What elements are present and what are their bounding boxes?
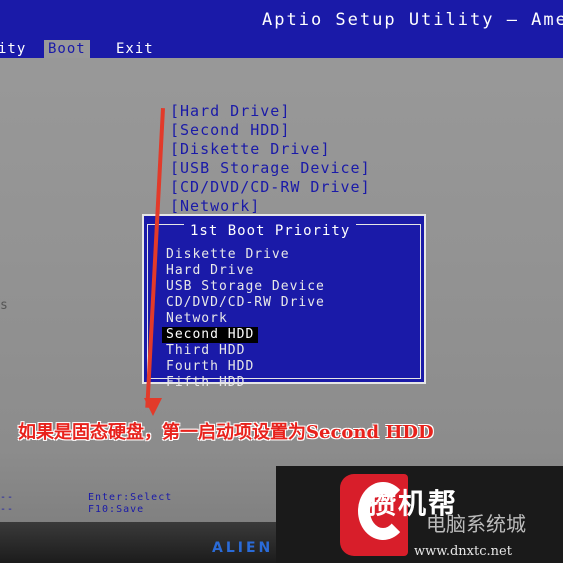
popup-option-diskette[interactable]: Diskette Drive xyxy=(162,247,329,263)
app-title: Aptio Setup Utility – Amer xyxy=(262,10,563,30)
arrow-down-icon xyxy=(144,398,162,416)
brand-logo: ALIEN xyxy=(212,540,274,556)
popup-option-cd-dvd[interactable]: CD/DVD/CD-RW Drive xyxy=(162,295,329,311)
watermark: 攒机帮 电脑系统城 www.dnxtc.net xyxy=(276,466,563,563)
boot-priority-item[interactable]: [Diskette Drive] xyxy=(170,140,371,159)
menu-item-boot[interactable]: Boot xyxy=(44,40,90,58)
popup-option-network[interactable]: Network xyxy=(162,311,329,327)
popup-option-fifth-hdd[interactable]: Fifth HDD xyxy=(162,375,329,391)
boot-priority-list: [Hard Drive] [Second HDD] [Diskette Driv… xyxy=(170,102,371,216)
help-left-2: -- xyxy=(0,504,15,515)
title-bar: Aptio Setup Utility – Amer xyxy=(0,0,563,40)
bios-screen: Aptio Setup Utility – Amer ity Boot Exit… xyxy=(0,0,563,563)
menu-bar: ity Boot Exit xyxy=(0,40,563,58)
popup-option-hard-drive[interactable]: Hard Drive xyxy=(162,263,329,279)
watermark-sub-text: 电脑系统城 xyxy=(426,512,526,536)
help-left-1: -- xyxy=(0,492,15,503)
boot-priority-item[interactable]: [Second HDD] xyxy=(170,121,371,140)
boot-priority-item[interactable]: [Hard Drive] xyxy=(170,102,371,121)
popup-options: Diskette Drive Hard Drive USB Storage De… xyxy=(162,247,329,391)
popup-option-third-hdd[interactable]: Third HDD xyxy=(162,343,329,359)
popup-option-fourth-hdd[interactable]: Fourth HDD xyxy=(162,359,329,375)
help-enter-select: Enter:Select xyxy=(88,492,173,503)
annotation-caption: 如果是固态硬盘，第一启动项设置为Second HDD xyxy=(18,422,434,443)
popup-option-usb[interactable]: USB Storage Device xyxy=(162,279,329,295)
popup-option-second-hdd[interactable]: Second HDD xyxy=(162,327,259,343)
boot-priority-item[interactable]: [USB Storage Device] xyxy=(170,159,371,178)
side-text: s xyxy=(0,298,8,313)
menu-item-exit[interactable]: Exit xyxy=(112,40,158,58)
boot-priority-item[interactable]: [CD/DVD/CD-RW Drive] xyxy=(170,178,371,197)
help-f10-save: F10:Save xyxy=(88,504,145,515)
popup-frame: 1st Boot Priority Diskette Drive Hard Dr… xyxy=(147,223,421,390)
menu-item-security[interactable]: ity xyxy=(0,40,30,58)
popup-title: 1st Boot Priority xyxy=(184,223,357,239)
watermark-url: www.dnxtc.net xyxy=(414,544,512,559)
boot-priority-popup: 1st Boot Priority Diskette Drive Hard Dr… xyxy=(142,214,426,390)
